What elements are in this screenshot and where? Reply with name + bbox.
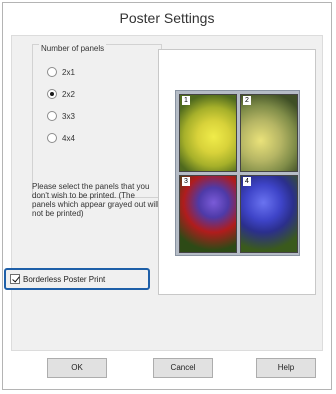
radio-option-3x3[interactable]: 3x3 <box>47 109 75 123</box>
radio-button-selected-icon[interactable] <box>47 89 57 99</box>
poster-preview: 1 2 3 4 <box>158 49 316 295</box>
poster-panel-3[interactable]: 3 <box>179 175 237 253</box>
radio-button-icon[interactable] <box>47 133 57 143</box>
poster-settings-dialog: Poster Settings Number of panels 2x1 2x2… <box>2 2 332 390</box>
panel-number: 2 <box>243 96 251 105</box>
help-button[interactable]: Help <box>256 358 316 378</box>
radio-label: 3x3 <box>62 111 75 121</box>
borderless-label: Borderless Poster Print <box>23 274 106 284</box>
radio-option-2x1[interactable]: 2x1 <box>47 65 75 79</box>
title-bar: Poster Settings <box>3 3 331 33</box>
radio-button-icon[interactable] <box>47 67 57 77</box>
radio-label: 2x1 <box>62 67 75 77</box>
poster-panel-1[interactable]: 1 <box>179 94 237 172</box>
panel-number: 4 <box>243 177 251 186</box>
panel-number: 1 <box>182 96 190 105</box>
radio-option-4x4[interactable]: 4x4 <box>47 131 75 145</box>
borderless-checkbox-row[interactable]: Borderless Poster Print <box>10 274 105 284</box>
dialog-title: Poster Settings <box>119 10 215 26</box>
panel-number: 3 <box>182 177 190 186</box>
radio-button-icon[interactable] <box>47 111 57 121</box>
poster-panel-2[interactable]: 2 <box>240 94 298 172</box>
settings-panel: Number of panels 2x1 2x2 3x3 4x4 Please … <box>4 35 323 351</box>
number-of-panels-group: Number of panels 2x1 2x2 3x3 4x4 <box>32 44 162 198</box>
poster-layout: 1 2 3 4 <box>175 90 300 256</box>
radio-label: 4x4 <box>62 133 75 143</box>
number-of-panels-label: Number of panels <box>39 44 107 53</box>
ok-button[interactable]: OK <box>47 358 107 378</box>
borderless-highlight-box: Borderless Poster Print <box>4 268 150 290</box>
instructions-text: Please select the panels that you don't … <box>32 182 159 218</box>
cancel-button[interactable]: Cancel <box>153 358 213 378</box>
radio-label: 2x2 <box>62 89 75 99</box>
checkbox-checked-icon[interactable] <box>10 274 20 284</box>
radio-option-2x2[interactable]: 2x2 <box>47 87 75 101</box>
poster-panel-4[interactable]: 4 <box>240 175 298 253</box>
